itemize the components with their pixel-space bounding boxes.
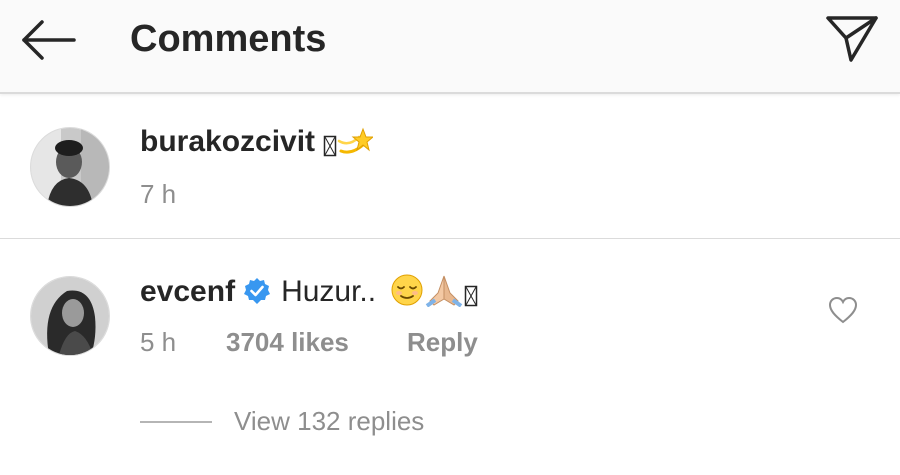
comment-text: Huzur.. [281, 275, 377, 308]
header-bar: Comments [0, 0, 900, 94]
avatar[interactable] [30, 276, 110, 356]
arrow-left-icon [22, 20, 76, 60]
comment-username[interactable]: burakozcivit [140, 125, 315, 158]
folded-hands-icon [424, 273, 464, 316]
divider [0, 238, 900, 239]
heart-icon [828, 296, 858, 324]
missing-glyph-icon [323, 130, 337, 166]
like-button[interactable] [828, 296, 858, 324]
replies-line [140, 421, 212, 423]
view-replies-label: View 132 replies [234, 406, 425, 436]
share-button[interactable] [824, 14, 880, 64]
dizzy-star-icon [337, 127, 375, 166]
comment-time: 5 h [140, 327, 177, 357]
likes-count[interactable]: 3704 likes [226, 327, 349, 357]
verified-badge-icon [243, 277, 271, 305]
reply-button[interactable]: Reply [407, 327, 478, 357]
avatar[interactable] [30, 127, 110, 207]
page-title: Comments [130, 18, 327, 60]
back-button[interactable] [18, 18, 78, 62]
comment-time: 7 h [140, 179, 177, 209]
comment-username[interactable]: evcenf [140, 275, 235, 308]
missing-glyph-icon [464, 280, 478, 316]
send-direct-icon [826, 16, 878, 62]
relieved-face-icon [390, 273, 424, 316]
